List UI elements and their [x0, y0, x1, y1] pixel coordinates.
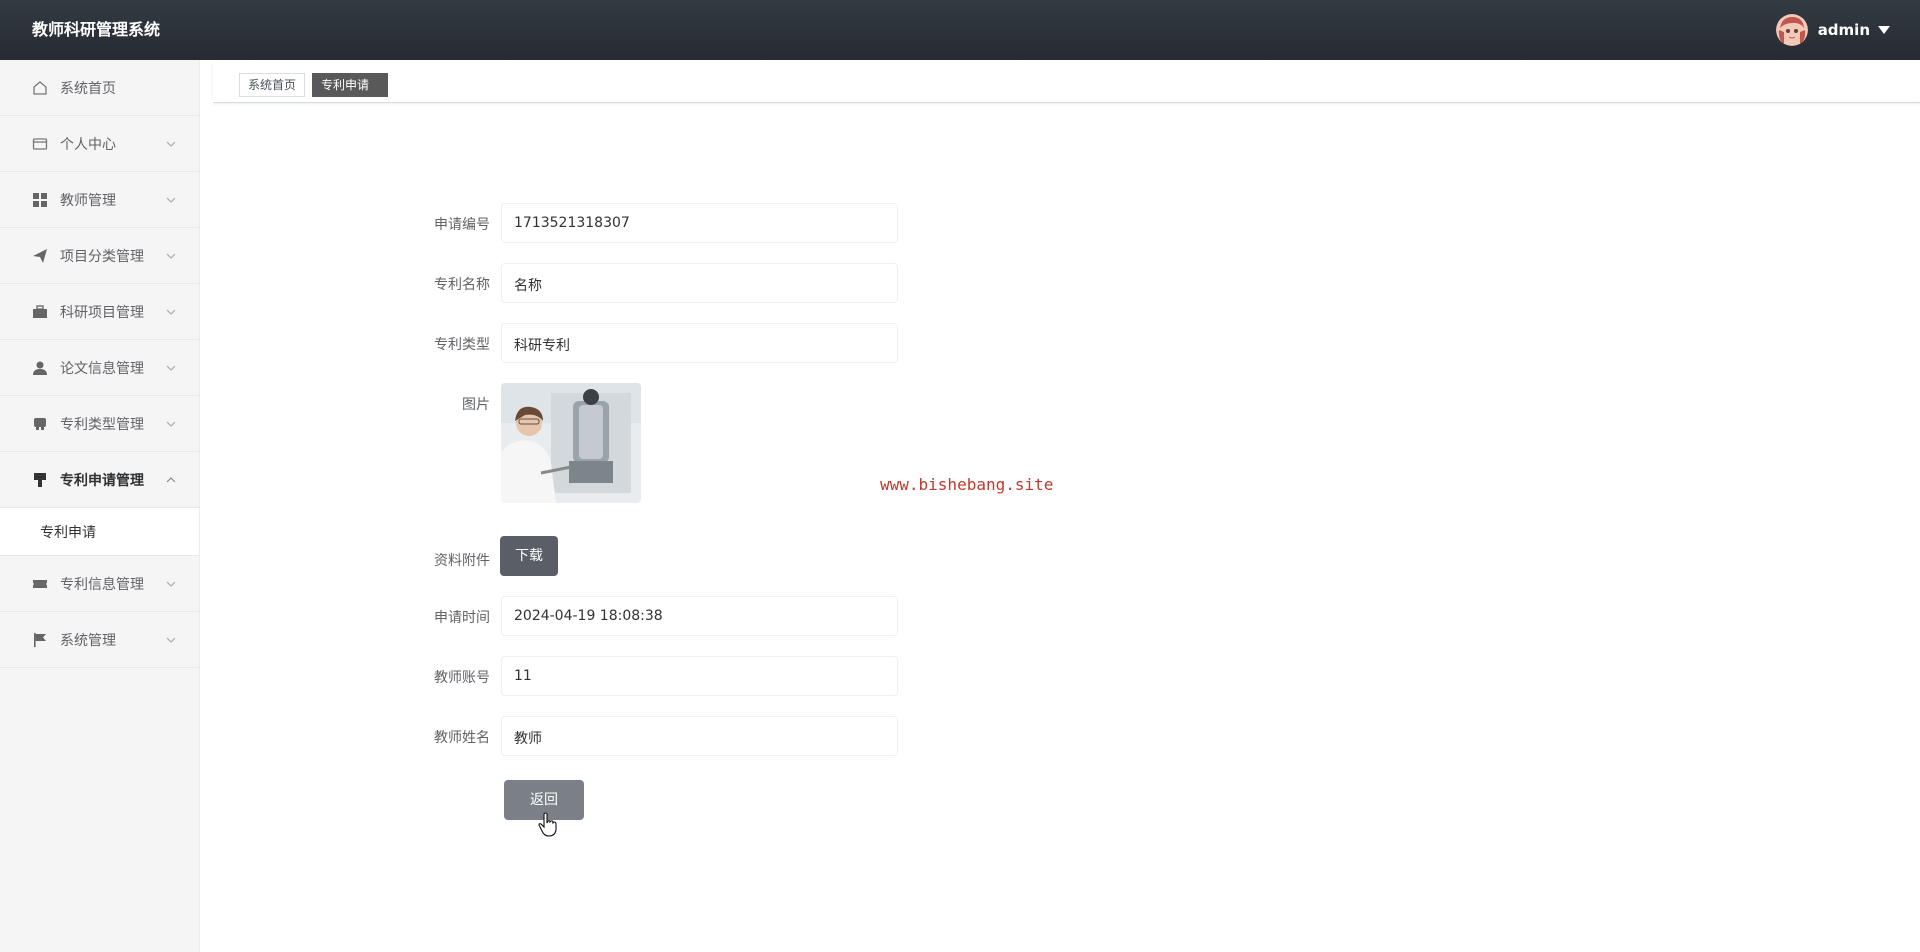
chevron-down-icon	[166, 421, 176, 427]
application-no-field[interactable]: 1713521318307	[501, 203, 898, 243]
patent-name-value: 名称	[514, 278, 542, 294]
chevron-down-icon	[166, 141, 176, 147]
user-icon	[32, 360, 48, 376]
sidebar-item-label: 系统管理	[60, 632, 116, 649]
chevron-down-icon	[166, 197, 176, 203]
apply-time-value: 2024-04-19 18:08:38	[514, 608, 663, 624]
attachment-label: 资料附件	[434, 553, 490, 569]
sidebar-item-label: 项目分类管理	[60, 248, 144, 265]
grid-icon	[32, 192, 48, 208]
hand-cursor-icon	[538, 812, 557, 837]
teacher-account-field[interactable]: 11	[501, 656, 898, 696]
home-icon	[32, 80, 48, 96]
sidebar-item-research-project[interactable]: 科研项目管理	[0, 284, 199, 340]
chevron-down-icon	[166, 637, 176, 643]
sidebar-item-patent-type[interactable]: 专利类型管理	[0, 396, 199, 452]
top-header: 教师科研管理系统 admin	[0, 0, 1920, 60]
watermark-text: www.bishebang.site	[880, 475, 1054, 494]
patent-type-label: 专利类型	[434, 337, 490, 353]
caret-down-icon[interactable]	[1878, 26, 1890, 34]
sidebar-item-system-management[interactable]: 系统管理	[0, 612, 199, 668]
tab-home[interactable]: 系统首页	[239, 73, 305, 97]
teacher-name-field[interactable]: 教师	[501, 716, 898, 756]
submenu-item-patent-application[interactable]: 专利申请	[0, 508, 199, 556]
sidebar-item-label: 系统首页	[60, 80, 116, 97]
application-no-value: 1713521318307	[514, 215, 630, 231]
sidebar-item-label: 专利信息管理	[60, 576, 144, 593]
sidebar-item-label: 个人中心	[60, 136, 116, 153]
image-label: 图片	[462, 397, 490, 413]
sidebar-item-teacher-management[interactable]: 教师管理	[0, 172, 199, 228]
sidebar-item-home[interactable]: 系统首页	[0, 60, 199, 116]
sidebar-item-label: 教师管理	[60, 192, 116, 209]
flag-icon	[32, 632, 48, 648]
avatar[interactable]	[1775, 14, 1808, 46]
sidebar-item-patent-application[interactable]: 专利申请管理	[0, 452, 199, 508]
chevron-up-icon	[166, 477, 176, 483]
chevron-down-icon	[166, 365, 176, 371]
apply-time-field[interactable]: 2024-04-19 18:08:38	[501, 596, 898, 636]
sidebar-item-project-category[interactable]: 项目分类管理	[0, 228, 199, 284]
chevron-down-icon	[166, 253, 176, 259]
chevron-down-icon	[166, 309, 176, 315]
sidebar-item-personal-center[interactable]: 个人中心	[0, 116, 199, 172]
sidebar-item-label: 论文信息管理	[60, 360, 144, 377]
patent-image[interactable]	[501, 383, 641, 503]
submenu-item-label: 专利申请	[40, 524, 96, 541]
ticket-icon	[32, 576, 48, 592]
card-icon	[32, 136, 48, 152]
sidebar-item-paper-info[interactable]: 论文信息管理	[0, 340, 199, 396]
sidebar-item-patent-info[interactable]: 专利信息管理	[0, 556, 199, 612]
tab-patent-application[interactable]: 专利申请×	[312, 73, 388, 114]
brush-icon	[32, 472, 48, 488]
teacher-account-value: 11	[514, 668, 532, 684]
patent-name-label: 专利名称	[434, 277, 490, 293]
username[interactable]: admin	[1818, 21, 1870, 39]
teacher-account-label: 教师账号	[434, 670, 490, 686]
sidebar-item-label: 科研项目管理	[60, 304, 144, 321]
paper-plane-icon	[32, 248, 48, 264]
tabs-bar: 系统首页 专利申请×	[213, 63, 1920, 114]
download-button[interactable]: 下载	[500, 536, 558, 576]
app-title: 教师科研管理系统	[32, 20, 161, 39]
apply-time-label: 申请时间	[434, 610, 490, 626]
chevron-down-icon	[166, 581, 176, 587]
application-no-label: 申请编号	[434, 217, 490, 233]
printer-icon	[32, 416, 48, 432]
patent-type-field[interactable]: 科研专利	[501, 323, 898, 363]
sidebar-item-label: 专利类型管理	[60, 416, 144, 433]
patent-type-value: 科研专利	[514, 338, 570, 354]
teacher-name-label: 教师姓名	[434, 730, 490, 746]
patent-name-field[interactable]: 名称	[501, 263, 898, 303]
teacher-name-value: 教师	[514, 731, 542, 747]
sidebar: 系统首页 个人中心 教师管理 项目分类管理 科研项目管理 论文信息管理 专利类型…	[0, 60, 200, 952]
sidebar-item-label: 专利申请管理	[60, 472, 144, 489]
user-menu[interactable]: admin	[1775, 13, 1890, 47]
briefcase-icon	[32, 304, 48, 320]
